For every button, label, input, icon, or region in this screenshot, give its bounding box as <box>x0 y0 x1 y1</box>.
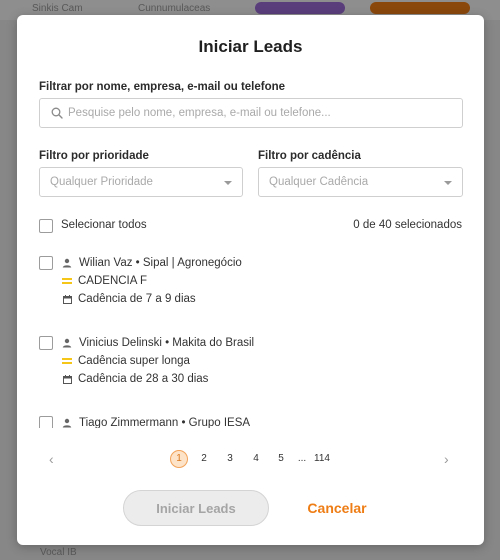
start-leads-button[interactable]: Iniciar Leads <box>123 490 269 526</box>
cancel-button[interactable]: Cancelar <box>287 495 387 521</box>
person-icon <box>62 258 72 268</box>
pagination-ellipsis: ... <box>297 453 307 464</box>
cadence-filter-label: Filtro por cadência <box>258 150 361 162</box>
list-item[interactable]: Wilian Vaz • Sipal | Agronegócio CADENCI… <box>17 245 484 325</box>
priority-select-value: Qualquer Prioridade <box>50 176 153 188</box>
search-label: Filtrar por nome, empresa, e-mail ou tel… <box>39 81 286 93</box>
cadence-select[interactable]: Qualquer Cadência <box>258 167 463 197</box>
lead-name-row: Wilian Vaz • Sipal | Agronegócio <box>62 256 242 270</box>
list-item[interactable]: Vinicius Delinski • Makita do Brasil Cad… <box>17 325 484 405</box>
lead-name-row: Vinicius Delinski • Makita do Brasil <box>62 336 254 350</box>
person-icon <box>62 338 72 348</box>
lead-list[interactable]: Wilian Vaz • Sipal | Agronegócio CADENCI… <box>17 245 484 428</box>
search-icon <box>51 107 63 119</box>
start-leads-modal: Iniciar Leads Filtrar por nome, empresa,… <box>17 15 484 545</box>
lead-cadence-row: CADENCIA F <box>62 274 147 288</box>
lead-name: Vinicius Delinski • Makita do Brasil <box>79 337 255 349</box>
lead-duration-row: Cadência de 28 a 30 dias <box>62 372 208 386</box>
lead-checkbox[interactable] <box>39 256 53 270</box>
list-item[interactable]: Tiago Zimmermann • Grupo IESA <box>17 405 484 428</box>
lead-cadence: CADENCIA F <box>78 275 148 287</box>
priority-filter-label: Filtro por prioridade <box>39 150 149 162</box>
cadence-lines-icon <box>62 357 72 365</box>
pagination-next-button[interactable]: › <box>444 451 449 467</box>
select-all-checkbox[interactable] <box>39 219 53 233</box>
lead-duration: Cadência de 28 a 30 dias <box>78 373 209 385</box>
lead-duration: Cadência de 7 a 9 dias <box>78 293 196 305</box>
pagination-prev-button[interactable]: ‹ <box>49 451 54 467</box>
page-button-2[interactable]: 2 <box>195 450 213 468</box>
selection-counter: 0 de 40 selecionados <box>353 219 462 231</box>
search-field[interactable] <box>39 98 463 128</box>
lead-name-row: Tiago Zimmermann • Grupo IESA <box>62 416 250 428</box>
priority-select[interactable]: Qualquer Prioridade <box>39 167 243 197</box>
lead-cadence-row: Cadência super longa <box>62 354 190 368</box>
select-all-label[interactable]: Selecionar todos <box>61 219 147 231</box>
page-button-3[interactable]: 3 <box>221 450 239 468</box>
calendar-icon <box>62 374 72 384</box>
lead-name: Tiago Zimmermann • Grupo IESA <box>79 417 251 428</box>
person-icon <box>62 418 72 428</box>
chevron-down-icon <box>224 181 232 185</box>
page-button-4[interactable]: 4 <box>247 450 265 468</box>
page-button-5[interactable]: 5 <box>272 450 290 468</box>
chevron-down-icon <box>444 181 452 185</box>
lead-duration-row: Cadência de 7 a 9 dias <box>62 292 196 306</box>
page-button-114[interactable]: 114 <box>310 450 334 468</box>
modal-title: Iniciar Leads <box>198 37 303 56</box>
lead-checkbox[interactable] <box>39 416 53 428</box>
cadence-lines-icon <box>62 277 72 285</box>
lead-name: Wilian Vaz • Sipal | Agronegócio <box>79 257 242 269</box>
pagination: ‹ 1 2 3 4 5 ... 114 › <box>17 450 484 470</box>
cadence-select-value: Qualquer Cadência <box>269 176 369 188</box>
page-button-1[interactable]: 1 <box>170 450 188 468</box>
search-input[interactable] <box>68 100 458 126</box>
lead-cadence: Cadência super longa <box>78 355 190 367</box>
calendar-icon <box>62 294 72 304</box>
lead-checkbox[interactable] <box>39 336 53 350</box>
